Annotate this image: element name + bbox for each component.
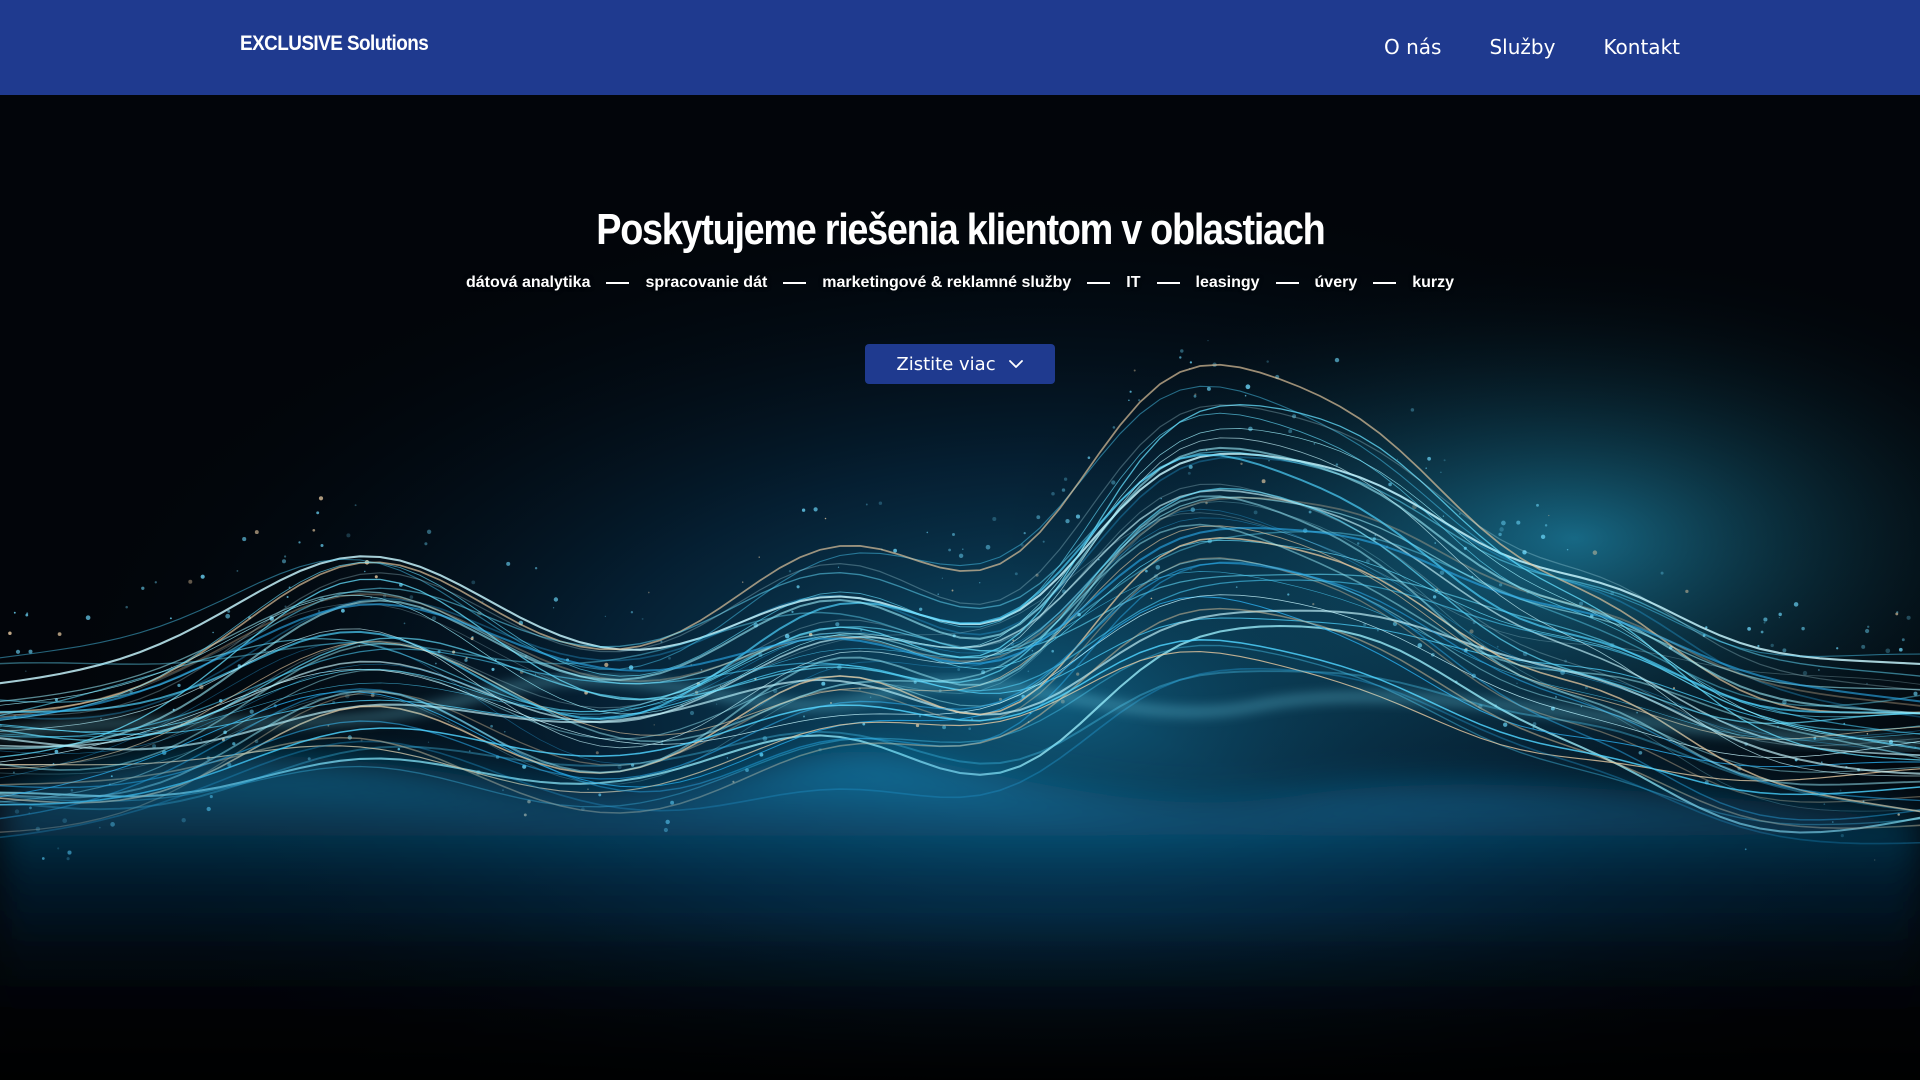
area-separator bbox=[1275, 282, 1299, 284]
nav-link-kontakt[interactable]: Kontakt bbox=[1603, 34, 1680, 60]
area-item: kurzy bbox=[1412, 274, 1455, 291]
hero-title-text: Poskytujeme riešenia klientom v oblastia… bbox=[595, 205, 1325, 254]
area-separator bbox=[1087, 282, 1111, 284]
area-separator bbox=[783, 282, 807, 284]
area-separator bbox=[1156, 282, 1180, 284]
area-item: dátová analytika bbox=[465, 274, 591, 291]
learn-more-label: Zistite viac bbox=[896, 353, 996, 375]
hero-title: Poskytujeme riešenia klientom v oblastia… bbox=[0, 203, 1920, 257]
area-item: úvery bbox=[1314, 274, 1358, 291]
learn-more-button[interactable]: Zistite viac bbox=[865, 344, 1055, 384]
hero-section: Poskytujeme riešenia klientom v oblastia… bbox=[0, 95, 1920, 1080]
area-item: IT bbox=[1126, 274, 1141, 291]
service-areas-list: dátová analytika spracovanie dát marketi… bbox=[0, 273, 1920, 293]
nav-link-sluzby[interactable]: Služby bbox=[1489, 34, 1555, 60]
nav-link-o-nas[interactable]: O nás bbox=[1384, 34, 1441, 60]
top-navbar: EXCLUSIVE Solutions O nás Služby Kontakt bbox=[0, 0, 1920, 95]
area-separator bbox=[1373, 282, 1397, 284]
page: EXCLUSIVE Solutions O nás Služby Kontakt bbox=[0, 0, 1920, 1080]
brand-logo[interactable]: EXCLUSIVE Solutions bbox=[240, 32, 429, 56]
area-item: spracovanie dát bbox=[645, 274, 768, 291]
area-item: leasingy bbox=[1195, 274, 1260, 291]
area-separator bbox=[606, 282, 630, 284]
area-item: marketingové & reklamné služby bbox=[822, 274, 1072, 291]
main-nav: O nás Služby Kontakt bbox=[1384, 34, 1680, 60]
chevron-down-icon bbox=[1008, 360, 1023, 368]
